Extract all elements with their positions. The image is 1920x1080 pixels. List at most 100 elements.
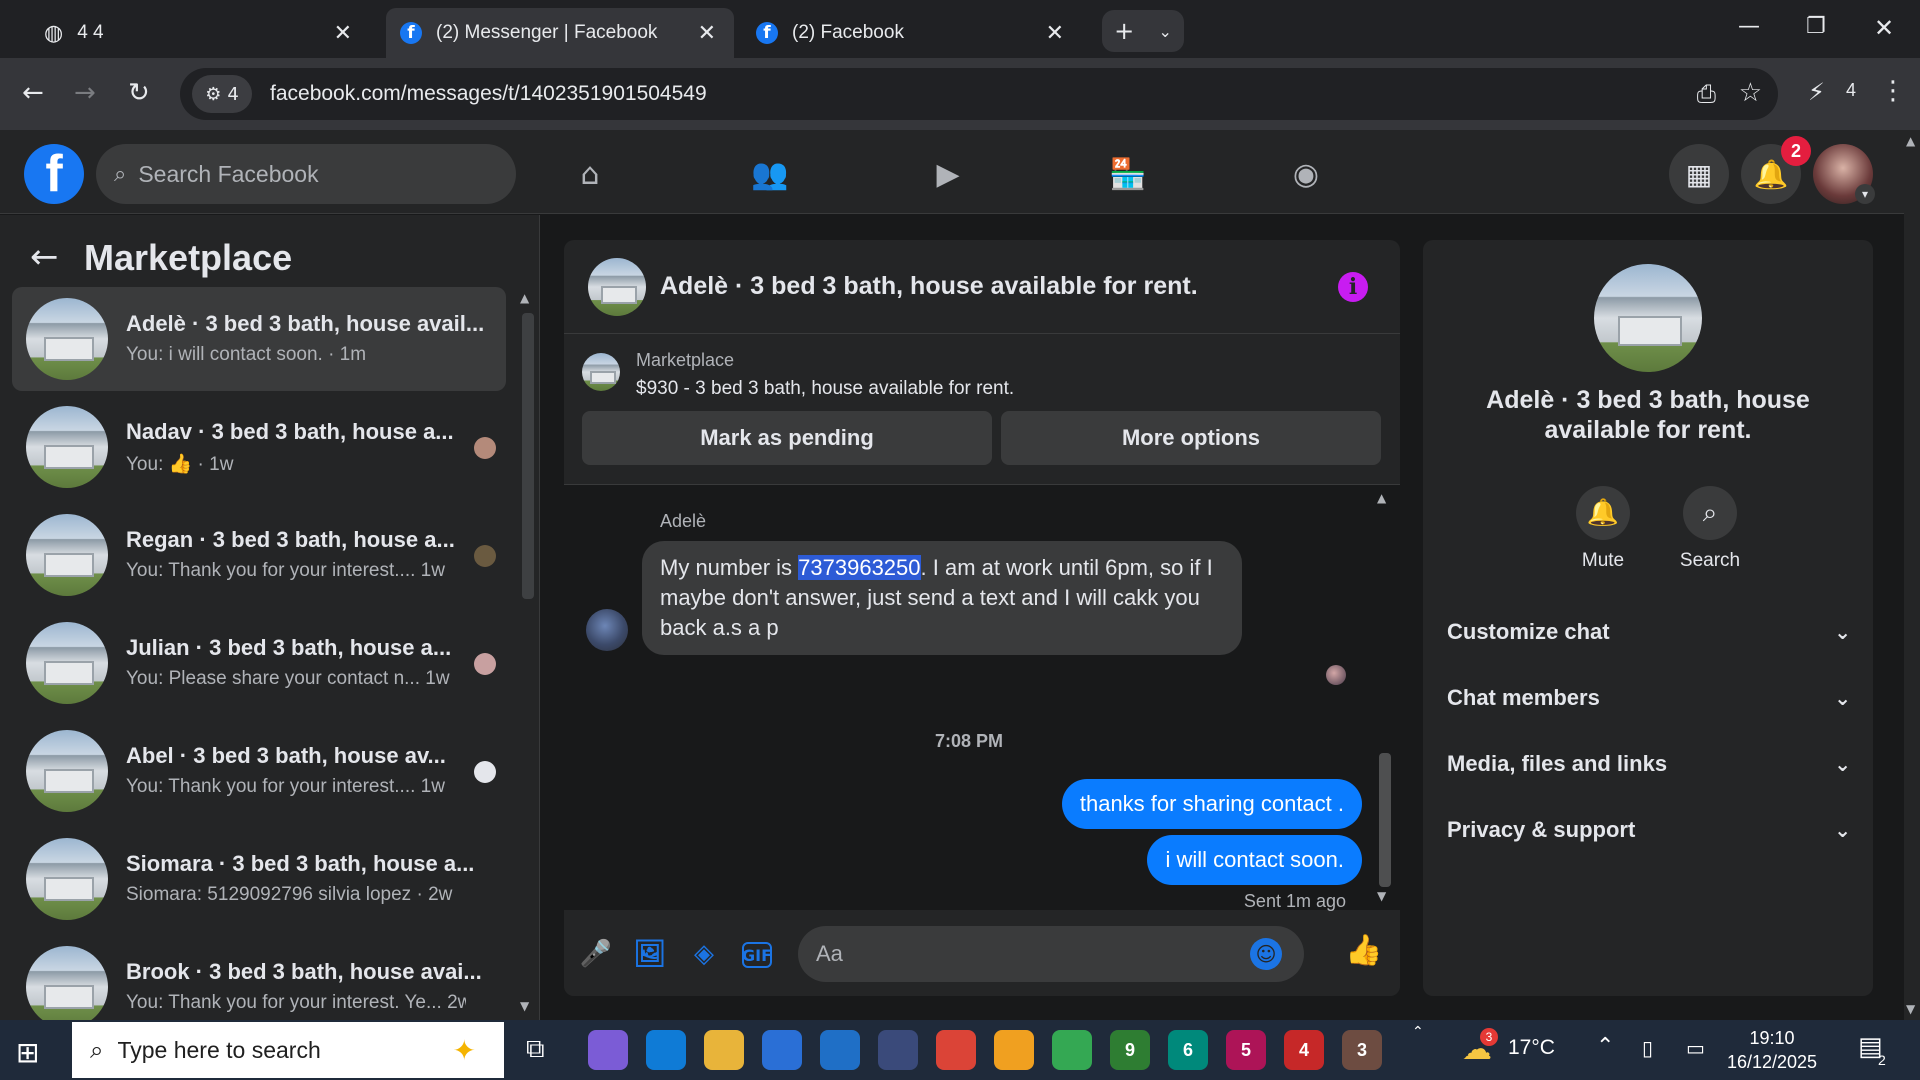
sticker-icon[interactable]: ◈ bbox=[688, 938, 720, 970]
house-avatar bbox=[26, 946, 108, 1020]
taskbar-app-icon[interactable]: 6 bbox=[1168, 1030, 1208, 1070]
new-tab-icon[interactable]: + bbox=[1114, 17, 1134, 45]
video-icon[interactable]: ▶ bbox=[926, 152, 970, 196]
extensions-icon[interactable]: ⚡ bbox=[1808, 78, 1825, 106]
mark-as-pending-button[interactable]: Mark as pending bbox=[582, 411, 992, 465]
customize-chat-section[interactable]: Customize chat ⌄ bbox=[1447, 604, 1851, 660]
back-arrow-icon[interactable]: ← bbox=[30, 237, 59, 277]
conversation-item[interactable]: Siomara · 3 bed 3 bath, house a... Sioma… bbox=[12, 827, 506, 931]
browser-menu-icon[interactable]: ⋮ bbox=[1880, 76, 1906, 106]
listing-price[interactable]: $930 - 3 bed 3 bath, house available for… bbox=[636, 378, 1014, 400]
home-icon[interactable]: ⌂ bbox=[568, 152, 612, 196]
restore-icon[interactable]: ❐ bbox=[1806, 14, 1826, 39]
photo-icon[interactable]: 🖼 bbox=[634, 938, 667, 970]
scroll-up-icon[interactable]: ▲ bbox=[1906, 134, 1915, 148]
groups-icon[interactable]: ◉ bbox=[1284, 152, 1328, 196]
taskbar-app-icon[interactable]: 3 bbox=[1342, 1030, 1382, 1070]
conversation-item[interactable]: Regan · 3 bed 3 bath, house a... You: Th… bbox=[12, 503, 506, 607]
info-icon[interactable]: i bbox=[1338, 272, 1368, 302]
url-text[interactable]: facebook.com/messages/t/1402351901504549 bbox=[270, 82, 707, 106]
friends-icon[interactable]: 👥 bbox=[748, 152, 792, 196]
house-avatar[interactable] bbox=[588, 258, 646, 316]
address-bar[interactable]: ⚙ 4 facebook.com/messages/t/1402351901504… bbox=[180, 68, 1778, 120]
emoji-icon[interactable]: ☺ bbox=[1250, 938, 1282, 970]
show-hidden-icons-icon[interactable]: ⌃ bbox=[1596, 1034, 1614, 1059]
install-app-icon[interactable]: ⎙ bbox=[1697, 80, 1716, 108]
tab-generic[interactable]: ◍ 4 4 ✕ bbox=[30, 8, 370, 58]
conversation-item[interactable]: Nadav · 3 bed 3 bath, house a... You: 👍 … bbox=[12, 395, 506, 499]
taskbar-app-icon[interactable] bbox=[936, 1030, 976, 1070]
tab-facebook[interactable]: f (2) Facebook ✕ bbox=[742, 8, 1082, 58]
search-button[interactable]: ⌕ Search bbox=[1665, 486, 1755, 572]
taskbar-app-icon[interactable] bbox=[994, 1030, 1034, 1070]
scrollbar-thumb[interactable] bbox=[1379, 753, 1391, 887]
chat-members-section[interactable]: Chat members ⌄ bbox=[1447, 670, 1851, 726]
house-avatar[interactable] bbox=[1594, 264, 1702, 372]
task-view-icon[interactable]: ⧉ bbox=[526, 1034, 545, 1065]
scroll-up-icon[interactable]: ▲ bbox=[520, 291, 529, 305]
close-tab-icon[interactable]: ✕ bbox=[698, 20, 716, 46]
chevron-down-icon: ⌄ bbox=[1834, 686, 1851, 710]
sender-name: Adelè bbox=[660, 511, 707, 531]
incoming-message[interactable]: My number is 7373963250. I am at work un… bbox=[642, 541, 1242, 655]
microphone-icon[interactable]: 🎤 bbox=[580, 938, 612, 970]
scroll-down-icon[interactable]: ▼ bbox=[520, 999, 529, 1013]
conversation-item[interactable]: Abel · 3 bed 3 bath, house av... You: Th… bbox=[12, 719, 506, 823]
facebook-logo-icon[interactable]: f bbox=[24, 144, 84, 204]
facebook-search-input[interactable]: ⌕ Search Facebook bbox=[96, 144, 516, 204]
conversation-item[interactable]: Brook · 3 bed 3 bath, house avai... You:… bbox=[12, 935, 506, 1020]
system-clock[interactable]: 19:10 16/12/2025 bbox=[1716, 1026, 1828, 1074]
close-tab-icon[interactable]: ✕ bbox=[334, 20, 352, 46]
outgoing-message[interactable]: thanks for sharing contact . bbox=[1061, 779, 1362, 829]
chat-title[interactable]: Adelè · 3 bed 3 bath, house available fo… bbox=[660, 272, 1198, 301]
taskbar-search-input[interactable]: ⌕ Type here to search ✦ bbox=[72, 1022, 504, 1078]
taskbar-app-icon[interactable] bbox=[820, 1030, 860, 1070]
taskbar-app-icon[interactable] bbox=[762, 1030, 802, 1070]
taskbar-app-icon[interactable] bbox=[588, 1030, 628, 1070]
sender-avatar[interactable] bbox=[586, 609, 628, 651]
outgoing-message[interactable]: i will contact soon. bbox=[1147, 835, 1362, 885]
listing-thumbnail[interactable] bbox=[582, 353, 620, 391]
mute-button[interactable]: 🔔 Mute bbox=[1558, 486, 1648, 572]
thumbs-up-icon[interactable]: 👍 bbox=[1345, 933, 1382, 968]
taskbar-app-icon[interactable] bbox=[704, 1030, 744, 1070]
tab-messenger[interactable]: f (2) Messenger | Facebook ✕ bbox=[386, 8, 734, 58]
privacy-support-section[interactable]: Privacy & support ⌄ bbox=[1447, 802, 1851, 858]
conversation-item[interactable]: Adelè · 3 bed 3 bath, house avail... You… bbox=[12, 287, 506, 391]
scroll-down-icon[interactable]: ▼ bbox=[1906, 1002, 1915, 1016]
gif-icon[interactable]: GIF bbox=[742, 942, 772, 968]
taskbar-app-icon[interactable]: 4 bbox=[1284, 1030, 1324, 1070]
close-tab-icon[interactable]: ✕ bbox=[1046, 20, 1064, 46]
tab-search-chevron-icon[interactable]: ⌄ bbox=[1158, 22, 1171, 41]
conversation-item[interactable]: Julian · 3 bed 3 bath, house a... You: P… bbox=[12, 611, 506, 715]
taskbar-app-icon[interactable] bbox=[1052, 1030, 1092, 1070]
battery-icon[interactable]: ▭ bbox=[1686, 1036, 1705, 1060]
back-arrow-icon[interactable]: ← bbox=[22, 78, 44, 108]
more-options-button[interactable]: More options bbox=[1001, 411, 1381, 465]
bookmark-star-icon[interactable]: ☆ bbox=[1739, 78, 1762, 108]
close-window-icon[interactable]: ✕ bbox=[1874, 14, 1894, 42]
taskbar-app-icon[interactable]: 9 bbox=[1110, 1030, 1150, 1070]
minimize-icon[interactable]: — bbox=[1738, 14, 1760, 39]
scroll-down-icon[interactable]: ▼ bbox=[1377, 889, 1386, 903]
device-icon[interactable]: ▯ bbox=[1642, 1036, 1653, 1060]
taskbar-app-icon[interactable]: 5 bbox=[1226, 1030, 1266, 1070]
menu-grid-icon[interactable]: ▦ bbox=[1669, 144, 1729, 204]
media-files-links-section[interactable]: Media, files and links ⌄ bbox=[1447, 736, 1851, 792]
scroll-up-icon[interactable]: ▲ bbox=[1377, 491, 1386, 505]
notification-center-count: 2 bbox=[1878, 1052, 1886, 1068]
message-input[interactable]: Aa ☺ bbox=[798, 926, 1304, 982]
site-info-button[interactable]: ⚙ 4 bbox=[192, 75, 252, 113]
chevron-up-icon[interactable]: ⌃ bbox=[1412, 1024, 1424, 1040]
page-scrollbar[interactable]: ▲ ▼ bbox=[1904, 130, 1920, 1020]
temperature[interactable]: 17°C bbox=[1508, 1036, 1555, 1060]
reload-icon[interactable]: ↻ bbox=[128, 78, 150, 108]
account-chevron-icon[interactable]: ▾ bbox=[1855, 184, 1875, 204]
windows-start-icon[interactable]: ⊞ bbox=[16, 1036, 39, 1069]
taskbar-app-icon[interactable] bbox=[878, 1030, 918, 1070]
scrollbar-thumb[interactable] bbox=[522, 313, 534, 599]
windows-taskbar: ⊞ ⌕ Type here to search ✦ ⧉ 96543 ⌃ ☁ 3 … bbox=[0, 1020, 1920, 1080]
taskbar-app-icon[interactable] bbox=[646, 1030, 686, 1070]
forward-arrow-icon[interactable]: → bbox=[74, 78, 96, 108]
marketplace-icon[interactable]: 🏪 bbox=[1106, 152, 1150, 196]
